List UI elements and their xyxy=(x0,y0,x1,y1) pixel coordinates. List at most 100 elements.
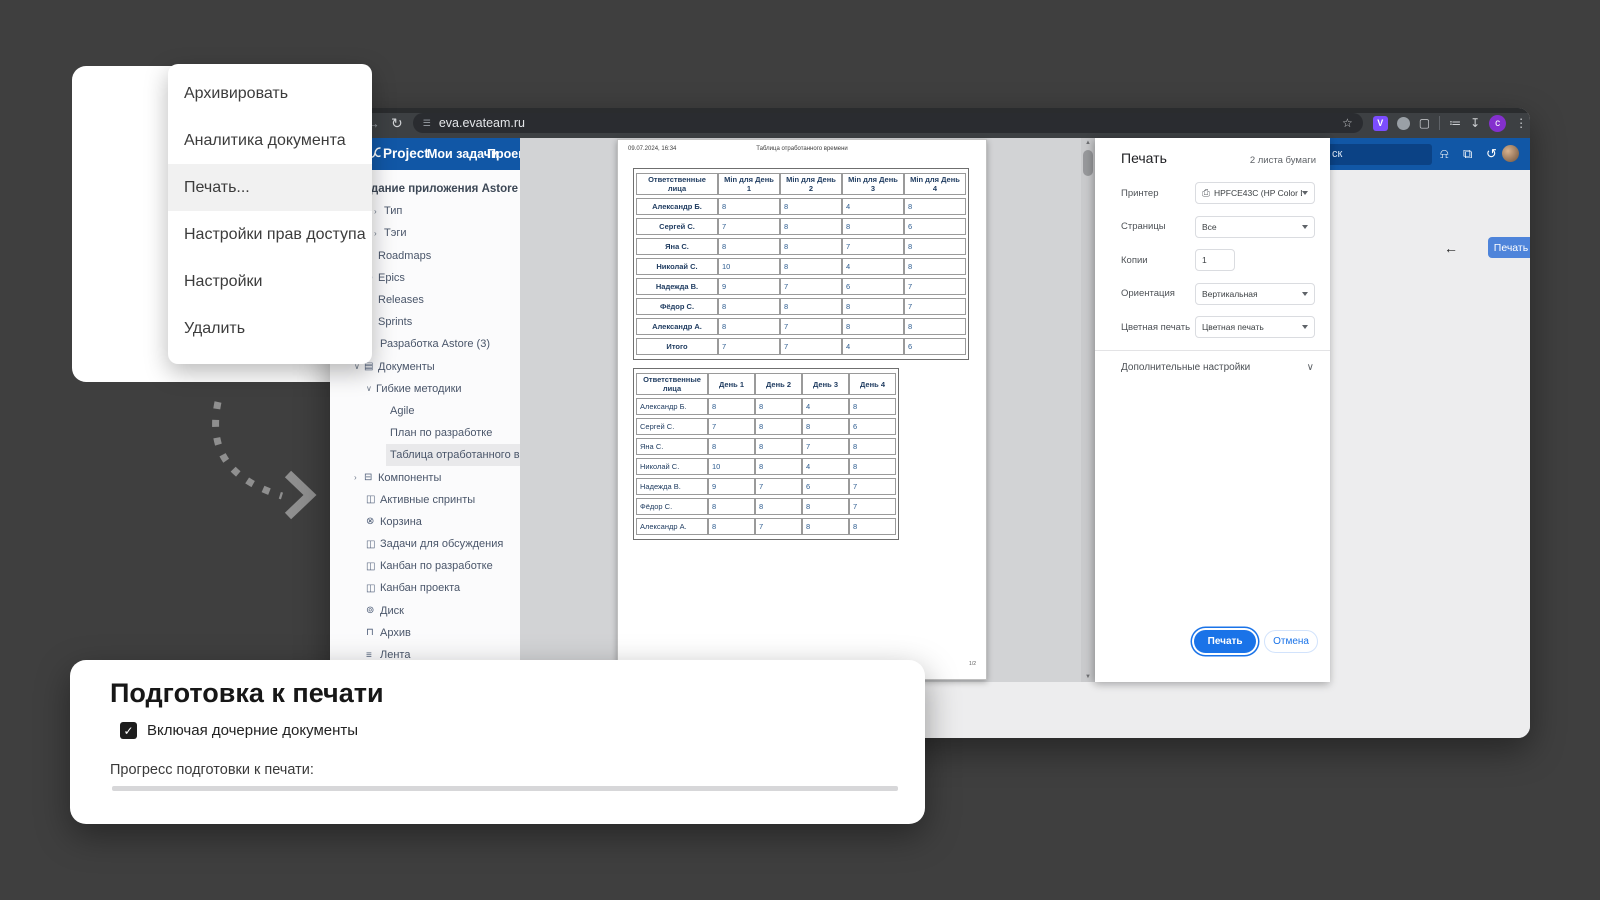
sidebar-item-label: Гибкие методики xyxy=(376,383,462,395)
print-cancel-button[interactable]: Отмена xyxy=(1264,630,1318,653)
sidebar-item-label: Тип xyxy=(384,205,402,217)
browser-menu-icon[interactable]: ⋮ xyxy=(1515,116,1527,130)
value-cell: 8 xyxy=(708,498,755,515)
table-header-cell: День 3 xyxy=(802,373,849,395)
worktime-table-days: Ответственные лица День 1 День 2 День 3 … xyxy=(633,368,899,540)
page-print-button[interactable]: Печать xyxy=(1488,237,1530,258)
tree-chevron-icon[interactable]: › xyxy=(374,229,384,238)
value-cell: 4 xyxy=(842,198,904,215)
tree-chevron-icon[interactable]: › xyxy=(354,473,364,482)
sidebar-item[interactable]: Таблица отработанного времени xyxy=(330,444,520,466)
sidebar-item-icon: ⊟ xyxy=(364,472,378,483)
table-row: Фёдор С. 8 8 8 7 xyxy=(636,298,966,315)
user-avatar[interactable] xyxy=(1502,145,1519,162)
value-cell: 8 xyxy=(849,518,896,535)
context-menu-item[interactable]: Архивировать xyxy=(168,70,372,117)
value-cell: 7 xyxy=(755,518,802,535)
sidebar-item-label: Создание приложения Astore xyxy=(350,183,518,195)
value-cell: 8 xyxy=(842,318,904,335)
sidebar-item[interactable]: › ⊟ Компоненты xyxy=(330,466,520,488)
browser-profile-avatar[interactable]: c xyxy=(1489,115,1506,132)
table-row: Александр А. 8 7 8 8 xyxy=(636,518,896,535)
sidebar-item-label: Releases xyxy=(378,294,424,306)
person-name-cell: Сергей С. xyxy=(636,218,718,235)
sidebar-item-label: Разработка Astore (3) xyxy=(380,338,490,350)
print-setting-value: Все xyxy=(1202,222,1302,232)
sidebar-item-label: Задачи для обсуждения xyxy=(380,538,503,550)
tree-chevron-icon[interactable]: ∨ xyxy=(366,384,376,393)
history-icon[interactable]: ↺ xyxy=(1486,146,1497,162)
sidebar-item[interactable]: ⊓ Архив xyxy=(330,622,520,644)
app-product-name[interactable]: Project xyxy=(383,146,429,161)
tree-chevron-icon[interactable]: › xyxy=(374,207,384,216)
context-menu-item[interactable]: Настройки xyxy=(168,258,372,305)
value-cell: 8 xyxy=(755,398,802,415)
downloads-icon[interactable]: ↧ xyxy=(1470,116,1480,130)
scrollbar-thumb[interactable] xyxy=(1083,150,1093,176)
sidebar-item-label: Активные спринты xyxy=(380,494,475,506)
sidebar-item[interactable]: ⊚ Диск xyxy=(330,600,520,622)
tab-list-icon[interactable]: ≔ xyxy=(1449,116,1461,130)
person-name-cell: Яна С. xyxy=(636,238,718,255)
page-back-arrow-icon[interactable]: ← xyxy=(1444,240,1458,256)
value-cell: 7 xyxy=(780,338,842,355)
bookmark-star-icon[interactable]: ☆ xyxy=(1342,116,1353,130)
value-cell: 8 xyxy=(780,198,842,215)
table-header-cell: Ответственные лица xyxy=(636,373,708,395)
sidebar-item[interactable]: ◫ Активные спринты xyxy=(330,489,520,511)
sidebar-item[interactable]: ◫ Канбан по разработке xyxy=(330,555,520,577)
extension-v-icon[interactable]: V xyxy=(1373,116,1388,131)
sidebar-item-icon: ≡ xyxy=(366,650,380,661)
sidebar-item[interactable]: ∨ Гибкие методики xyxy=(330,378,520,400)
print-setting-control[interactable]: 1 xyxy=(1195,249,1235,271)
table-header-cell: День 2 xyxy=(755,373,802,395)
value-cell: 8 xyxy=(718,198,780,215)
print-setting-label: Принтер xyxy=(1121,188,1195,199)
value-cell: 9 xyxy=(718,278,780,295)
sidebar-item[interactable]: ⊗ Корзина xyxy=(330,511,520,533)
context-menu-item[interactable]: Аналитика документа xyxy=(168,117,372,164)
table-row: Николай С. 10 8 4 8 xyxy=(636,458,896,475)
sidebar-item[interactable]: ◫ Задачи для обсуждения xyxy=(330,533,520,555)
address-bar[interactable]: ☰ eva.evateam.ru ☆ xyxy=(413,113,1363,133)
print-confirm-button[interactable]: Печать xyxy=(1194,630,1256,653)
notes-icon[interactable]: ⧉ xyxy=(1463,146,1472,162)
value-cell: 8 xyxy=(755,418,802,435)
context-menu-item[interactable]: Печать... xyxy=(168,164,372,211)
print-setting-control[interactable]: Вертикальная xyxy=(1195,283,1315,305)
value-cell: 8 xyxy=(904,238,966,255)
include-children-checkbox[interactable]: ✓ xyxy=(120,722,137,739)
additional-settings-row[interactable]: Дополнительные настройки ∨ xyxy=(1121,362,1314,373)
table-header-cell: День 4 xyxy=(849,373,896,395)
sidebar-item-label: Компоненты xyxy=(378,472,441,484)
include-children-label: Включая дочерние документы xyxy=(147,722,358,739)
sidebar-item[interactable]: ◫ Канбан проекта xyxy=(330,577,520,599)
preview-scrollbar[interactable]: ▲ ▼ xyxy=(1081,138,1095,682)
print-setting-control[interactable]: Цветная печать xyxy=(1195,316,1315,338)
include-children-row[interactable]: ✓ Включая дочерние документы xyxy=(120,722,358,739)
table-header-cell: Min для День 1 xyxy=(718,173,780,195)
value-cell: 7 xyxy=(755,478,802,495)
value-cell: 8 xyxy=(842,298,904,315)
bell-icon[interactable]: ⍾ xyxy=(1440,146,1449,162)
value-cell: 7 xyxy=(708,418,755,435)
browser-reload-icon[interactable]: ↻ xyxy=(391,108,403,138)
scroll-up-icon[interactable]: ▲ xyxy=(1081,140,1095,146)
extensions-puzzle-icon[interactable]: ▢ xyxy=(1419,116,1430,130)
context-menu-item[interactable]: Настройки прав доступа xyxy=(168,211,372,258)
value-cell: 7 xyxy=(904,298,966,315)
browser-toolbar: ← → ↻ ☰ eva.evateam.ru ☆ V ▢ ≔ ↧ c ⋮ xyxy=(330,108,1530,138)
print-setting-control[interactable]: Все xyxy=(1195,216,1315,238)
globe-extension-icon[interactable] xyxy=(1397,117,1410,130)
address-bar-url[interactable]: eva.evateam.ru xyxy=(439,116,525,130)
site-info-icon[interactable]: ☰ xyxy=(423,118,431,129)
print-setting-label: Ориентация xyxy=(1121,288,1195,299)
print-setting-control[interactable]: ⎙ HPFCE43C (HP Color LaserJet xyxy=(1195,182,1315,204)
value-cell: 8 xyxy=(708,518,755,535)
table-row: Яна С. 8 8 7 8 xyxy=(636,438,896,455)
sidebar-item[interactable]: Agile xyxy=(330,400,520,422)
scroll-down-icon[interactable]: ▼ xyxy=(1081,674,1095,680)
context-menu-item[interactable]: Удалить xyxy=(168,305,372,352)
person-name-cell: Александр Б. xyxy=(636,398,708,415)
sidebar-item[interactable]: План по разработке xyxy=(330,422,520,444)
